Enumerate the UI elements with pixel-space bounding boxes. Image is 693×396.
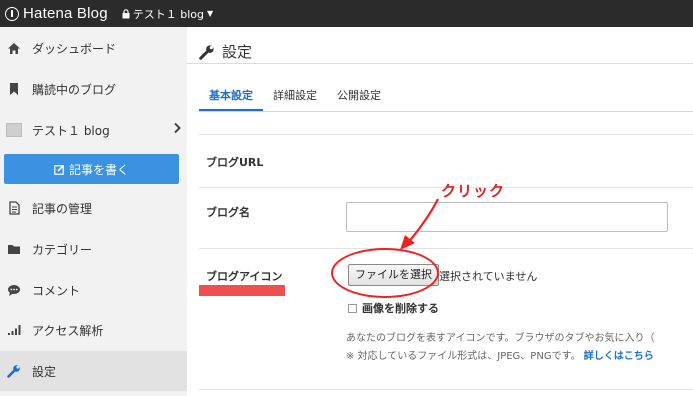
annotation-click-text: クリック: [441, 182, 506, 200]
delete-image-checkbox[interactable]: [348, 303, 357, 313]
sidebar: ダッシュボード 購読中のブログ テスト１ blog 記事を書く 記事の管理 カテ…: [0, 27, 187, 396]
logo-text: Hatena Blog: [23, 5, 108, 22]
row-divider: [199, 389, 693, 390]
sidebar-item-label: カテゴリー: [32, 242, 93, 257]
tabs-divider: [199, 111, 693, 112]
file-format-text: ※ 対応しているファイル形式は、JPEG、PNGです。: [346, 351, 581, 362]
home-icon: [6, 40, 22, 56]
sidebar-item-label: アクセス解析: [32, 323, 104, 338]
blog-selector[interactable]: テスト１ blog ▼: [122, 6, 213, 22]
file-status-text: 選択されていません: [439, 270, 538, 283]
blog-icon-label: ブログアイコン: [206, 270, 283, 283]
icon-description: あなたのブログを表すアイコンです。ブラウザのタブやお気に入り（: [346, 333, 655, 344]
sidebar-item-blog[interactable]: テスト１ blog: [0, 110, 187, 150]
edit-icon: [54, 164, 65, 175]
title-divider: [187, 63, 693, 64]
sidebar-item-label: 購読中のブログ: [32, 82, 117, 97]
sidebar-item-subscriptions[interactable]: 購読中のブログ: [0, 69, 187, 109]
annotation-circle: [331, 248, 439, 298]
chevron-right-icon: [174, 122, 181, 134]
annotation-arrow: [400, 198, 439, 250]
bookmark-icon: [6, 81, 22, 97]
blog-thumbnail-icon: [6, 122, 22, 138]
tab-publish-settings[interactable]: 公開設定: [327, 89, 391, 111]
top-bar: Hatena Blog テスト１ blog ▼: [0, 0, 693, 27]
row-divider: [199, 134, 693, 135]
file-format-note: ※ 対応しているファイル形式は、JPEG、PNGです。 詳しくはこちら: [346, 347, 654, 362]
sidebar-item-label: 記事の管理: [32, 201, 93, 216]
delete-image-label: 画像を削除する: [362, 302, 439, 315]
hatena-logo-icon: [5, 6, 19, 21]
wrench-icon: [199, 44, 214, 60]
settings-tabs: 基本設定 詳細設定 公開設定: [199, 89, 391, 111]
delete-image-option[interactable]: 画像を削除する: [348, 300, 439, 316]
bar-chart-icon: [6, 322, 22, 338]
red-highlight-mark: [199, 285, 285, 296]
tab-basic-settings[interactable]: 基本設定: [199, 89, 263, 111]
sidebar-item-dashboard[interactable]: ダッシュボード: [0, 28, 187, 68]
blog-url-label: ブログURL: [206, 156, 264, 169]
chevron-down-icon: ▼: [207, 9, 214, 18]
page-title: 設定: [199, 41, 252, 62]
sidebar-item-label: 設定: [32, 364, 57, 379]
sidebar-item-articles[interactable]: 記事の管理: [0, 188, 187, 228]
hatena-blog-logo[interactable]: Hatena Blog: [5, 5, 108, 22]
comment-icon: [6, 282, 22, 298]
blog-selector-label: テスト１ blog: [132, 7, 205, 21]
wrench-icon: [6, 363, 22, 379]
sidebar-item-comments[interactable]: コメント: [0, 270, 187, 310]
sidebar-item-label: コメント: [32, 283, 81, 298]
lock-icon: [122, 8, 130, 18]
sidebar-item-label: ダッシュボード: [32, 41, 117, 56]
sidebar-item-label: テスト１ blog: [32, 123, 110, 138]
row-divider: [199, 248, 693, 249]
sidebar-item-categories[interactable]: カテゴリー: [0, 229, 187, 269]
details-link[interactable]: 詳しくはこちら: [584, 351, 654, 362]
folder-icon: [6, 241, 22, 257]
page-title-text: 設定: [222, 43, 253, 61]
sidebar-item-settings[interactable]: 設定: [0, 351, 187, 391]
document-icon: [6, 200, 22, 216]
tab-advanced-settings[interactable]: 詳細設定: [263, 89, 327, 111]
write-article-label: 記事を書く: [68, 162, 129, 177]
blog-name-label: ブログ名: [206, 206, 250, 219]
sidebar-item-analytics[interactable]: アクセス解析: [0, 310, 187, 350]
write-article-button[interactable]: 記事を書く: [4, 154, 179, 184]
